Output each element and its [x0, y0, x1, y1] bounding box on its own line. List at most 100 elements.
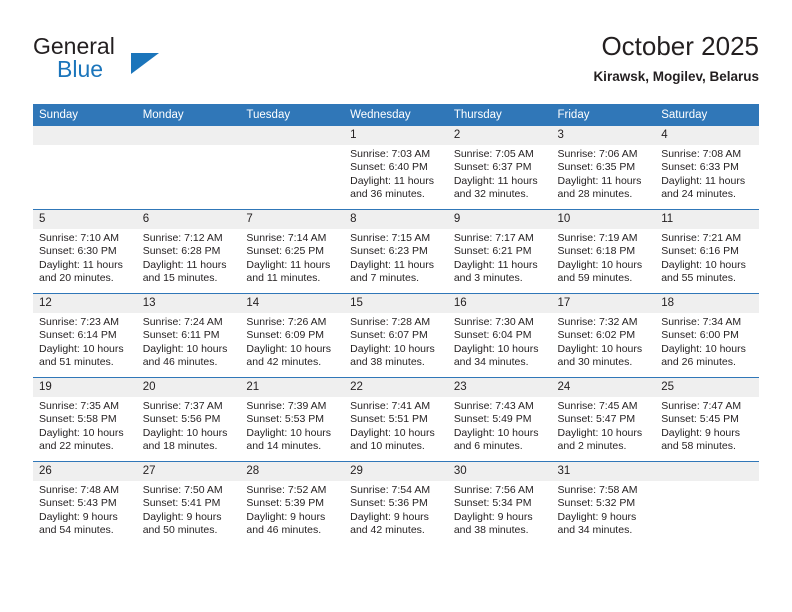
day-details: Sunrise: 7:08 AM Sunset: 6:33 PM Daylight:… — [655, 145, 759, 202]
sunrise-text: Sunrise: 7:17 AM — [453, 232, 534, 244]
daylight-text: Daylight: 9 hours and 38 minutes. — [453, 510, 533, 537]
day-number: 7 — [240, 210, 345, 229]
sunset-text: Sunset: 6:07 PM — [350, 329, 428, 342]
calendar-day-cell[interactable]: 16 Sunrise: 7:30 AM Sunset: 6:04 PM Dayligh… — [447, 293, 552, 378]
sunrise-text: Sunrise: 7:15 AM — [350, 232, 431, 244]
day-details: Sunrise: 7:58 AM Sunset: 5:32 PM Daylight:… — [552, 481, 656, 538]
sunrise-text: Sunrise: 7:41 AM — [350, 400, 431, 412]
calendar-page: General Blue October 2025 Kirawsk, Mogil… — [0, 0, 792, 612]
calendar-day-cell[interactable]: 4 Sunrise: 7:08 AM Sunset: 6:33 PM Daylight… — [655, 126, 759, 210]
calendar-day-cell[interactable]: 2 Sunrise: 7:05 AM Sunset: 6:37 PM Daylight… — [447, 126, 552, 210]
calendar-day-cell-empty — [33, 126, 137, 210]
sunset-text: Sunset: 6:37 PM — [453, 161, 532, 174]
calendar-week-row: 1 Sunrise: 7:03 AM Sunset: 6:40 PM Daylight… — [33, 126, 759, 210]
daylight-text: Daylight: 11 hours and 32 minutes. — [453, 174, 538, 201]
calendar-day-cell[interactable]: 25 Sunrise: 7:47 AM Sunset: 5:45 PM Dayligh… — [655, 377, 759, 462]
day-details: Sunrise: 7:39 AM Sunset: 5:53 PM Daylight:… — [240, 397, 344, 454]
calendar-day-cell[interactable]: 8 Sunrise: 7:15 AM Sunset: 6:23 PM Daylight… — [344, 209, 448, 294]
sunrise-text: Sunrise: 7:56 AM — [453, 484, 534, 496]
calendar-day-cell[interactable]: 29 Sunrise: 7:54 AM Sunset: 5:36 PM Dayligh… — [344, 461, 448, 545]
calendar-day-cell[interactable]: 21 Sunrise: 7:39 AM Sunset: 5:53 PM Dayligh… — [240, 377, 345, 462]
day-number: 24 — [551, 378, 656, 397]
weekday-header-row: Sunday Monday Tuesday Wednesday Thursday… — [33, 104, 759, 126]
sunset-text: Sunset: 6:23 PM — [350, 245, 428, 258]
day-number: 29 — [344, 462, 448, 481]
calendar-day-cell[interactable]: 6 Sunrise: 7:12 AM Sunset: 6:28 PM Daylight… — [136, 209, 241, 294]
calendar-day-cell[interactable]: 3 Sunrise: 7:06 AM Sunset: 6:35 PM Daylight… — [551, 126, 656, 210]
sunset-text: Sunset: 5:51 PM — [350, 413, 428, 426]
day-details: Sunrise: 7:10 AM Sunset: 6:30 PM Daylight:… — [33, 229, 137, 286]
day-details: Sunrise: 7:12 AM Sunset: 6:28 PM Daylight:… — [137, 229, 241, 286]
calendar-day-cell[interactable]: 26 Sunrise: 7:48 AM Sunset: 5:43 PM Dayligh… — [33, 461, 137, 545]
calendar-day-cell[interactable]: 23 Sunrise: 7:43 AM Sunset: 5:49 PM Dayligh… — [447, 377, 552, 462]
weekday-header-saturday: Saturday — [655, 104, 759, 126]
calendar-day-cell[interactable]: 14 Sunrise: 7:26 AM Sunset: 6:09 PM Dayligh… — [240, 293, 345, 378]
day-details: Sunrise: 7:37 AM Sunset: 5:56 PM Daylight:… — [137, 397, 241, 454]
calendar-day-cell[interactable]: 9 Sunrise: 7:17 AM Sunset: 6:21 PM Daylight… — [447, 209, 552, 294]
calendar-week-row: 26 Sunrise: 7:48 AM Sunset: 5:43 PM Dayligh… — [33, 461, 759, 545]
brand-logo: General Blue — [33, 34, 233, 90]
sunset-text: Sunset: 5:36 PM — [350, 497, 428, 510]
sunrise-text: Sunrise: 7:54 AM — [350, 484, 431, 496]
day-details: Sunrise: 7:24 AM Sunset: 6:11 PM Daylight:… — [137, 313, 241, 370]
calendar-day-cell[interactable]: 13 Sunrise: 7:24 AM Sunset: 6:11 PM Dayligh… — [136, 293, 241, 378]
sunrise-text: Sunrise: 7:10 AM — [39, 232, 119, 244]
day-details: Sunrise: 7:52 AM Sunset: 5:39 PM Daylight:… — [240, 481, 344, 538]
daylight-text: Daylight: 10 hours and 38 minutes. — [350, 342, 435, 369]
day-details: Sunrise: 7:17 AM Sunset: 6:21 PM Daylight:… — [448, 229, 552, 286]
day-number: 25 — [655, 378, 759, 397]
calendar-day-cell[interactable]: 19 Sunrise: 7:35 AM Sunset: 5:58 PM Dayligh… — [33, 377, 137, 462]
calendar-table: Sunday Monday Tuesday Wednesday Thursday… — [33, 104, 759, 545]
sunrise-text: Sunrise: 7:35 AM — [39, 400, 119, 412]
calendar-day-cell[interactable]: 10 Sunrise: 7:19 AM Sunset: 6:18 PM Dayligh… — [551, 209, 656, 294]
day-details: Sunrise: 7:03 AM Sunset: 6:40 PM Daylight:… — [344, 145, 448, 202]
calendar-day-cell[interactable]: 7 Sunrise: 7:14 AM Sunset: 6:25 PM Daylight… — [240, 209, 345, 294]
calendar-day-cell[interactable]: 12 Sunrise: 7:23 AM Sunset: 6:14 PM Dayligh… — [33, 293, 137, 378]
daylight-text: Daylight: 11 hours and 24 minutes. — [661, 174, 746, 201]
daylight-text: Daylight: 9 hours and 50 minutes. — [142, 510, 222, 537]
day-details: Sunrise: 7:54 AM Sunset: 5:36 PM Daylight:… — [344, 481, 448, 538]
calendar-day-cell[interactable]: 27 Sunrise: 7:50 AM Sunset: 5:41 PM Dayligh… — [136, 461, 241, 545]
day-details: Sunrise: 7:48 AM Sunset: 5:43 PM Daylight:… — [33, 481, 137, 538]
calendar-day-cell[interactable]: 30 Sunrise: 7:56 AM Sunset: 5:34 PM Dayligh… — [447, 461, 552, 545]
calendar-day-cell[interactable]: 5 Sunrise: 7:10 AM Sunset: 6:30 PM Daylight… — [33, 209, 137, 294]
day-details: Sunrise: 7:28 AM Sunset: 6:07 PM Daylight:… — [344, 313, 448, 370]
sunrise-text: Sunrise: 7:48 AM — [39, 484, 119, 496]
calendar-day-cell[interactable]: 22 Sunrise: 7:41 AM Sunset: 5:51 PM Dayligh… — [344, 377, 448, 462]
daylight-text: Daylight: 9 hours and 42 minutes. — [350, 510, 429, 537]
calendar-day-cell[interactable]: 15 Sunrise: 7:28 AM Sunset: 6:07 PM Dayligh… — [344, 293, 448, 378]
daylight-text: Daylight: 10 hours and 26 minutes. — [661, 342, 746, 369]
daylight-text: Daylight: 9 hours and 46 minutes. — [246, 510, 326, 537]
calendar-day-cell[interactable]: 28 Sunrise: 7:52 AM Sunset: 5:39 PM Dayligh… — [240, 461, 345, 545]
day-details: Sunrise: 7:43 AM Sunset: 5:49 PM Daylight:… — [448, 397, 552, 454]
daylight-text: Daylight: 11 hours and 36 minutes. — [350, 174, 434, 201]
calendar-day-cell[interactable]: 17 Sunrise: 7:32 AM Sunset: 6:02 PM Dayligh… — [551, 293, 656, 378]
day-number: 9 — [447, 210, 552, 229]
sunrise-text: Sunrise: 7:34 AM — [661, 316, 742, 328]
day-number: 22 — [344, 378, 448, 397]
daylight-text: Daylight: 10 hours and 2 minutes. — [557, 426, 643, 453]
day-number: 31 — [551, 462, 656, 481]
daylight-text: Daylight: 11 hours and 20 minutes. — [39, 258, 123, 285]
sunset-text: Sunset: 5:45 PM — [661, 413, 739, 426]
calendar-day-cell[interactable]: 20 Sunrise: 7:37 AM Sunset: 5:56 PM Dayligh… — [136, 377, 241, 462]
calendar-day-cell[interactable]: 31 Sunrise: 7:58 AM Sunset: 5:32 PM Dayligh… — [551, 461, 656, 545]
sunset-text: Sunset: 5:47 PM — [557, 413, 636, 426]
sunset-text: Sunset: 6:33 PM — [661, 161, 739, 174]
day-details: Sunrise: 7:34 AM Sunset: 6:00 PM Daylight:… — [655, 313, 759, 370]
day-details: Sunrise: 7:06 AM Sunset: 6:35 PM Daylight:… — [552, 145, 656, 202]
calendar-table-wrapper: Sunday Monday Tuesday Wednesday Thursday… — [33, 104, 759, 545]
sunrise-text: Sunrise: 7:05 AM — [453, 148, 534, 160]
calendar-day-cell[interactable]: 11 Sunrise: 7:21 AM Sunset: 6:16 PM Dayligh… — [655, 209, 759, 294]
calendar-day-cell[interactable]: 18 Sunrise: 7:34 AM Sunset: 6:00 PM Dayligh… — [655, 293, 759, 378]
weekday-header-monday: Monday — [136, 104, 241, 126]
calendar-day-cell[interactable]: 1 Sunrise: 7:03 AM Sunset: 6:40 PM Daylight… — [344, 126, 448, 210]
calendar-day-cell[interactable]: 24 Sunrise: 7:45 AM Sunset: 5:47 PM Dayligh… — [551, 377, 656, 462]
title-block: October 2025 Kirawsk, Mogilev, Belarus — [593, 30, 759, 85]
day-number: 20 — [136, 378, 241, 397]
day-number: 8 — [344, 210, 448, 229]
daylight-text: Daylight: 10 hours and 59 minutes. — [557, 258, 643, 285]
calendar-week-row: 19 Sunrise: 7:35 AM Sunset: 5:58 PM Dayligh… — [33, 377, 759, 462]
daylight-text: Daylight: 9 hours and 54 minutes. — [39, 510, 118, 537]
day-number — [136, 126, 241, 145]
